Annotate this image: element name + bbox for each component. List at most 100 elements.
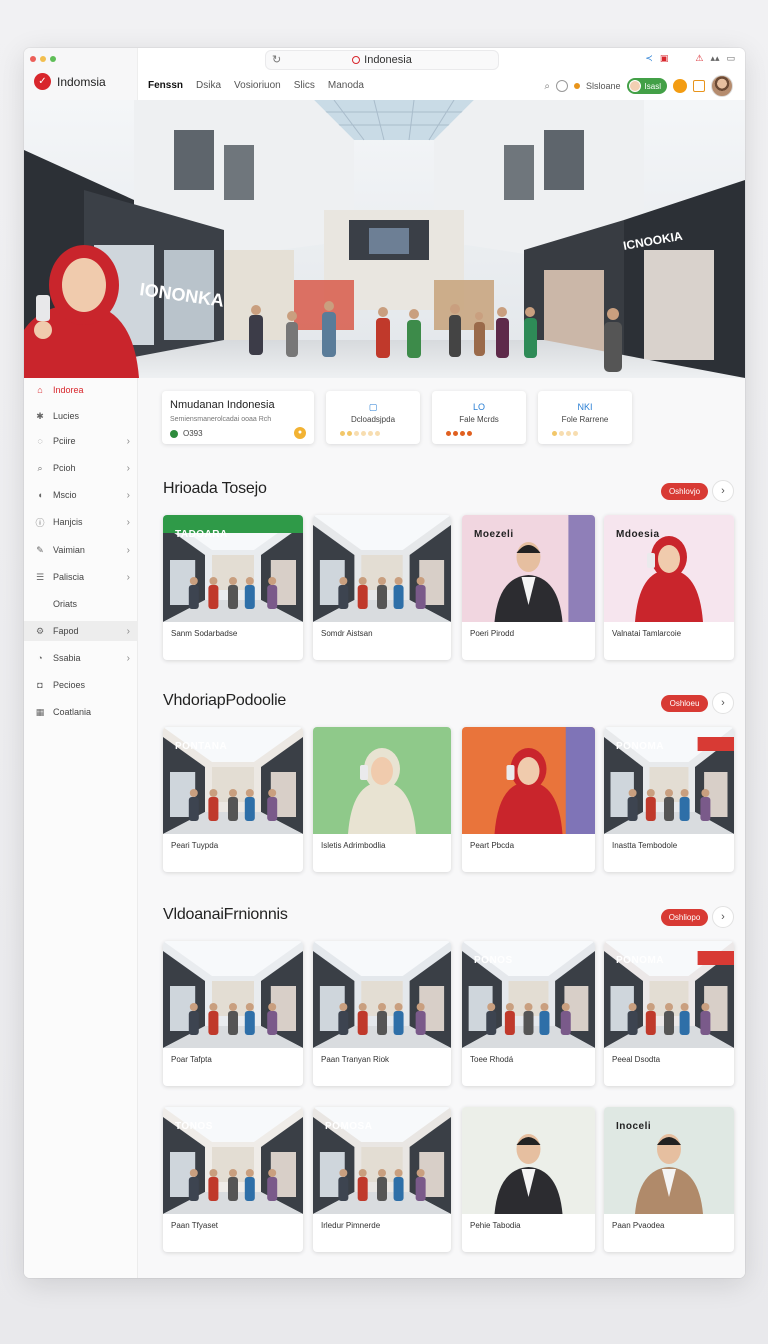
sidebar-item-label: Oriats	[53, 599, 78, 609]
product-card[interactable]: Somdr Aistsan	[313, 515, 451, 660]
sidebar-item[interactable]: ☰ Paliscia ›	[24, 567, 138, 587]
notifications-icon[interactable]	[556, 80, 569, 92]
battery-icon: ▭	[726, 53, 735, 63]
topnav-item[interactable]: Manoda	[328, 80, 364, 91]
product-card[interactable]: TADOARA Sanm Sodarbadse	[163, 515, 303, 660]
next-arrow-button[interactable]: ›	[712, 906, 734, 928]
see-all-button[interactable]: Oshlovjo	[661, 483, 708, 500]
brand[interactable]: ✓ Indomsia	[34, 73, 106, 90]
sidebar-item[interactable]: ⌂ Indorea	[24, 380, 138, 400]
download-icon: ▢	[368, 402, 378, 412]
search-icon[interactable]: ⌕	[544, 81, 550, 92]
security-icon[interactable]: ⚠	[695, 53, 703, 64]
product-card[interactable]: PONOMA Peeal Dsodta	[604, 941, 734, 1086]
product-card[interactable]: PONOMA Inastta Tembodole	[604, 727, 734, 872]
maximize-window-button[interactable]	[50, 56, 56, 62]
status-text: Slsloane	[586, 81, 621, 91]
reload-icon[interactable]: ↻	[272, 53, 281, 66]
card-title: Somdr Aistsan	[321, 629, 373, 638]
stat-card-main[interactable]: Nmudanan Indonesia Semiensmanerolcadai o…	[162, 391, 314, 444]
sidebar-item[interactable]: ◔ Ssabia ›	[24, 648, 138, 668]
sidebar-item[interactable]: Oriats	[24, 594, 138, 614]
status-dot-icon	[574, 83, 581, 89]
sidebar-item[interactable]: ▦ Coatlania	[24, 702, 138, 722]
stat-card[interactable]: LO Fale Mcrds	[432, 391, 526, 444]
settings-icon: ⚙	[35, 625, 45, 636]
sidebar-item[interactable]: ✱ Lucies	[24, 406, 138, 426]
address-bar-title: Indonesia	[364, 54, 412, 66]
next-arrow-button[interactable]: ›	[712, 480, 734, 502]
topnav-item[interactable]: Fenssn	[148, 80, 183, 91]
product-card[interactable]: PONTANA Peari Tuypda	[163, 727, 303, 872]
product-card[interactable]: PONOS Toee Rhodá	[462, 941, 595, 1086]
chart-icon: LO	[472, 402, 485, 412]
sidebar-item-label: Pecioes	[53, 680, 86, 690]
product-card[interactable]: Inoceli Paan Pvaodea	[604, 1107, 734, 1252]
product-card[interactable]: Moezeli Poeri Pirodd	[462, 515, 595, 660]
star-icon: ✱	[36, 410, 44, 421]
card-title: Paan Tfyaset	[171, 1221, 218, 1230]
product-card[interactable]: Poar Tafpta	[163, 941, 303, 1086]
card-title: Peeal Dsodta	[612, 1055, 661, 1064]
share-icon[interactable]: ≺	[645, 53, 653, 64]
home-icon: ⌂	[37, 385, 43, 395]
chevron-right-icon: ›	[126, 516, 130, 528]
sidebar-item[interactable]: ◘ Pecioes	[24, 675, 138, 695]
stat-card[interactable]: NKI Fole Rarrene	[538, 391, 632, 444]
edit-icon: ✎	[36, 544, 44, 555]
product-card[interactable]: Mdoesia Valnatai Tamlarcoie	[604, 515, 734, 660]
product-card[interactable]: Paan Tranyan Riok	[313, 941, 451, 1086]
sidebar-item-label: Mscio	[53, 490, 77, 500]
sidebar-item-label: Indorea	[53, 385, 84, 395]
see-all-button[interactable]: Oshliopo	[661, 909, 708, 926]
alert-icon[interactable]	[673, 79, 687, 93]
product-card[interactable]: Peart Pbcda	[462, 727, 595, 872]
info-icon: ⓘ	[35, 517, 45, 528]
status-green-icon	[170, 429, 178, 438]
address-bar[interactable]: ↻ Indonesia	[265, 50, 499, 70]
stat-card[interactable]: ▢ Dcloadsjpda	[326, 391, 420, 444]
sidebar-item-label: Coatlania	[53, 707, 92, 717]
brand-logo-icon: ✓	[34, 73, 51, 90]
sidebar-item[interactable]: ⓘ Hanjcis ›	[24, 512, 138, 532]
chevron-right-icon: ›	[126, 571, 130, 583]
product-card[interactable]: POMOSA Irledur Pimnerde	[313, 1107, 451, 1252]
card-image-text: PONOS	[474, 955, 513, 966]
card-image-text: Mdoesia	[616, 529, 660, 540]
card-image	[163, 941, 303, 1048]
signal-icon: ▴▴	[710, 53, 720, 63]
sidebar-item[interactable]: ⌕ Pcioh ›	[24, 458, 138, 478]
product-card[interactable]: Pehie Tabodia	[462, 1107, 595, 1252]
topnav-item[interactable]: Vosioriuon	[234, 80, 281, 91]
hero-banner: IONONKA ICNOOKIA	[24, 100, 745, 378]
bookmark-icon[interactable]: ▣	[660, 53, 669, 64]
sidebar-item-label: Pcioh	[53, 463, 76, 473]
sidebar-item[interactable]: ◖ Mscio ›	[24, 485, 138, 505]
next-arrow-button[interactable]: ›	[712, 692, 734, 714]
main-content: Nmudanan Indonesia Semiensmanerolcadai o…	[138, 378, 745, 1278]
card-image	[313, 941, 451, 1048]
card-title: Sanm Sodarbadse	[171, 629, 238, 638]
sidebar-item[interactable]: ✎ Vaimian ›	[24, 540, 138, 560]
user-pill[interactable]: Isasl	[626, 78, 667, 94]
topnav-item[interactable]: Dsika	[196, 80, 221, 91]
chevron-right-icon: ›	[126, 489, 130, 501]
sidebar-item[interactable]: ⚙ Fapod ›	[24, 621, 138, 641]
topnav-item[interactable]: Slics	[294, 80, 315, 91]
close-window-button[interactable]	[30, 56, 36, 62]
see-all-button[interactable]: Oshloeu	[661, 695, 708, 712]
chat-icon: ◌	[37, 436, 43, 446]
browser-toolbar-icons: ≺ ▣ ⚠ ▴▴ ▭	[645, 53, 735, 64]
brand-area: ✓ Indomsia	[24, 48, 138, 100]
mini-avatar-icon	[628, 80, 641, 92]
card-title: Peart Pbcda	[470, 841, 515, 850]
avatar[interactable]	[711, 75, 733, 97]
product-card[interactable]: TONOS Paan Tfyaset	[163, 1107, 303, 1252]
sidebar-item[interactable]: ◌ Pciire ›	[24, 431, 138, 451]
search-icon: ⌕	[37, 462, 43, 473]
product-card[interactable]: Isletis Adrimbodlia	[313, 727, 451, 872]
minimize-window-button[interactable]	[40, 56, 46, 62]
window-icon[interactable]	[693, 80, 705, 92]
card-title: Paan Pvaodea	[612, 1221, 665, 1230]
top-bar: ↻ Indonesia ≺ ▣ ⚠ ▴▴ ▭ Fenssn Dsika Vosi…	[138, 48, 745, 100]
